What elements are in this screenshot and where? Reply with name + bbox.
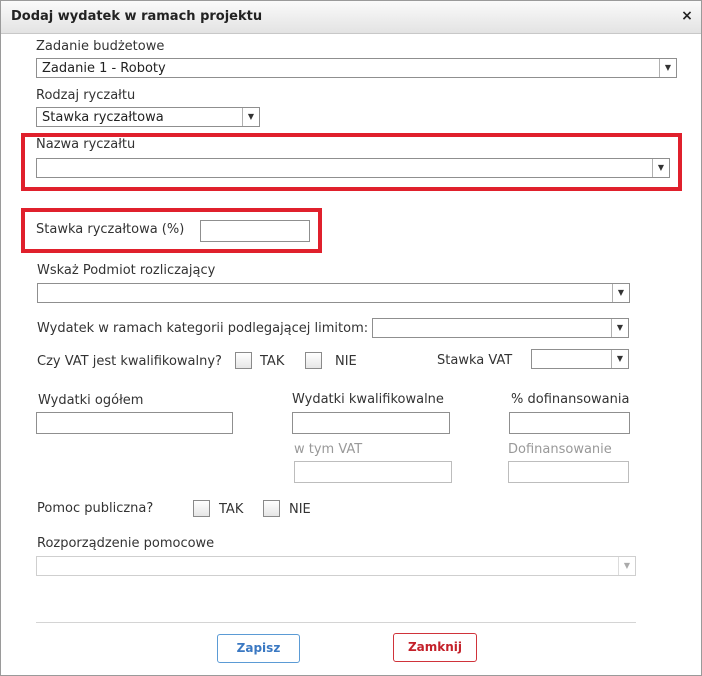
eligible-expenses-input[interactable] xyxy=(292,412,450,434)
lump-sum-type-select[interactable]: Stawka ryczałtowa ▼ xyxy=(36,107,260,127)
chevron-down-icon: ▼ xyxy=(611,350,628,368)
cofinancing-amount-input xyxy=(508,461,629,483)
chevron-down-icon: ▼ xyxy=(652,159,669,177)
budget-task-select[interactable]: Zadanie 1 - Roboty ▼ xyxy=(36,58,677,78)
lump-sum-name-select[interactable]: ▼ xyxy=(36,158,670,178)
vat-rate-select[interactable]: ▼ xyxy=(531,349,629,369)
lump-sum-type-label: Rodzaj ryczałtu xyxy=(36,88,136,103)
budget-task-label: Zadanie budżetowe xyxy=(36,39,165,54)
public-aid-question: Pomoc publiczna? xyxy=(37,501,154,516)
budget-task-value: Zadanie 1 - Roboty xyxy=(42,61,166,76)
close-button[interactable]: Zamknij xyxy=(393,633,477,662)
public-aid-yes-label: TAK xyxy=(219,502,244,517)
cofinancing-amount-label: Dofinansowanie xyxy=(508,442,612,457)
vat-yes-checkbox[interactable] xyxy=(235,352,252,369)
settling-entity-select[interactable]: ▼ xyxy=(37,283,630,303)
vat-rate-label: Stawka VAT xyxy=(437,353,513,368)
chevron-down-icon: ▼ xyxy=(618,557,635,575)
aid-regulation-label: Rozporządzenie pomocowe xyxy=(37,536,215,551)
total-expenses-label: Wydatki ogółem xyxy=(38,393,144,408)
dialog-title: Dodaj wydatek w ramach projektu xyxy=(11,9,263,24)
cofinancing-percent-label: % dofinansowania xyxy=(511,392,630,407)
public-aid-yes-checkbox[interactable] xyxy=(193,500,210,517)
public-aid-no-checkbox[interactable] xyxy=(263,500,280,517)
total-expenses-input[interactable] xyxy=(36,412,233,434)
settling-entity-label: Wskaż Podmiot rozliczający xyxy=(37,263,216,278)
cofinancing-percent-input[interactable] xyxy=(509,412,630,434)
including-vat-input xyxy=(294,461,452,483)
save-button[interactable]: Zapisz xyxy=(217,634,300,663)
chevron-down-icon: ▼ xyxy=(611,319,628,337)
footer-divider xyxy=(36,622,636,623)
lump-sum-rate-input[interactable] xyxy=(200,220,310,242)
lump-sum-rate-label: Stawka ryczałtowa (%) xyxy=(36,222,185,237)
vat-no-label: NIE xyxy=(335,354,357,369)
vat-no-checkbox[interactable] xyxy=(305,352,322,369)
aid-regulation-select[interactable]: ▼ xyxy=(36,556,636,576)
chevron-down-icon: ▼ xyxy=(612,284,629,302)
vat-eligible-question: Czy VAT jest kwalifikowalny? xyxy=(37,354,222,369)
public-aid-no-label: NIE xyxy=(289,502,311,517)
add-expense-dialog: Dodaj wydatek w ramach projektu × Zadani… xyxy=(0,0,702,676)
close-icon[interactable]: × xyxy=(680,8,694,24)
vat-yes-label: TAK xyxy=(260,354,285,369)
including-vat-label: w tym VAT xyxy=(294,442,363,457)
chevron-down-icon: ▼ xyxy=(659,59,676,77)
chevron-down-icon: ▼ xyxy=(242,108,259,126)
limit-category-label: Wydatek w ramach kategorii podlegającej … xyxy=(37,321,369,336)
limit-category-select[interactable]: ▼ xyxy=(372,318,629,338)
dialog-titlebar: Dodaj wydatek w ramach projektu × xyxy=(1,1,701,34)
lump-sum-name-label: Nazwa ryczałtu xyxy=(36,137,136,152)
lump-sum-type-value: Stawka ryczałtowa xyxy=(42,110,164,125)
eligible-expenses-label: Wydatki kwalifikowalne xyxy=(292,392,444,407)
